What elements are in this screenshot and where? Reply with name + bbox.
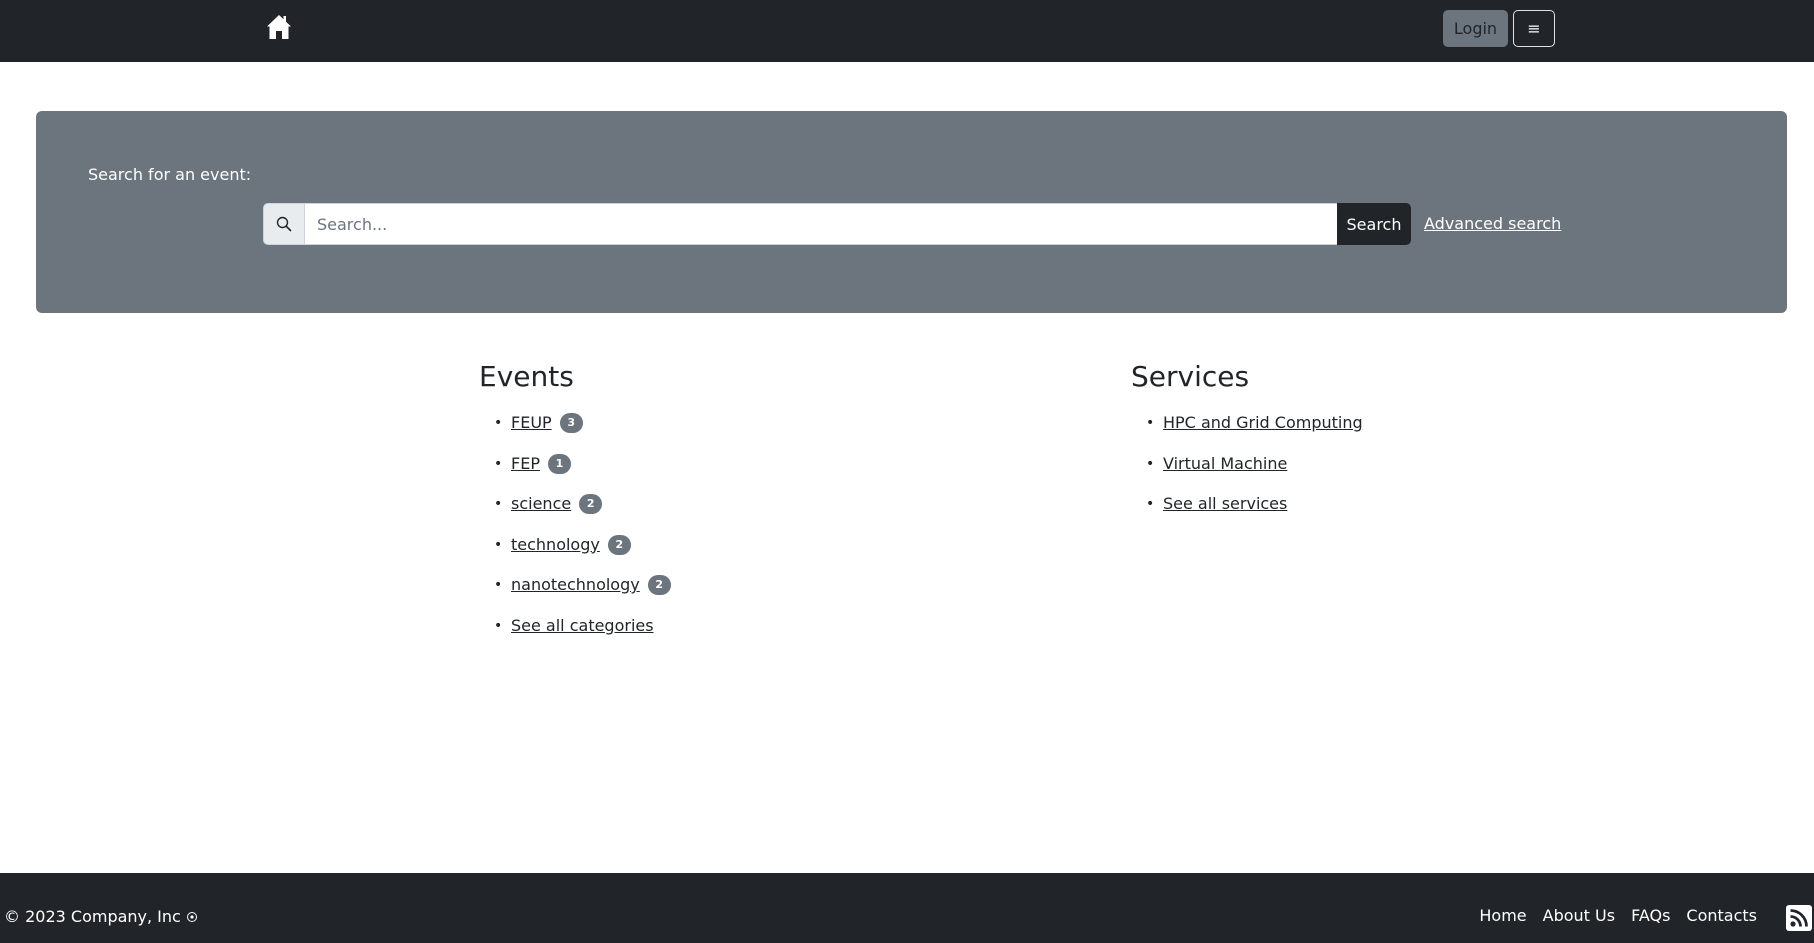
search-heading: Search for an event: (88, 165, 252, 184)
footer-contacts-link[interactable]: Contacts (1686, 906, 1757, 926)
footer-home-link[interactable]: Home (1479, 906, 1526, 926)
count-badge: 3 (559, 413, 583, 433)
top-navbar: Login ≡ (0, 0, 1814, 62)
search-panel: Search for an event: Search Advanced sea… (36, 111, 1787, 313)
advanced-search-link[interactable]: Advanced search (1424, 214, 1561, 233)
see-all-categories-link[interactable]: See all categories (511, 616, 654, 635)
search-input[interactable] (305, 203, 1337, 245)
list-item: • FEP 1 (479, 453, 671, 495)
list-item: • See all categories (494, 615, 654, 635)
menu-toggle-button[interactable]: ≡ (1513, 10, 1555, 47)
list-item: • HPC and Grid Computing (1146, 413, 1363, 432)
events-list: • FEUP 3 • FEP 1 • science 2 • technology 2 • nan… (479, 413, 671, 656)
list-item: • nanotechnology 2 (479, 575, 671, 616)
event-category-link[interactable]: technology (511, 535, 600, 554)
search-button[interactable]: Search (1337, 203, 1411, 245)
copyright-text: © 2023 Company, Inc (4, 907, 198, 927)
event-category-link[interactable]: FEP (511, 454, 540, 473)
hamburger-icon: ≡ (1527, 19, 1541, 38)
count-badge: 2 (579, 494, 603, 514)
service-link[interactable]: HPC and Grid Computing (1163, 413, 1363, 432)
services-title: Services (1131, 360, 1250, 393)
service-link[interactable]: Virtual Machine (1163, 454, 1287, 473)
list-item: • FEUP 3 (479, 413, 671, 454)
search-group: Search (263, 203, 1411, 245)
footer-nav: Home About Us FAQs Contacts (1479, 906, 1757, 926)
count-badge: 1 (547, 453, 571, 474)
list-item: • See all services (1146, 494, 1288, 513)
event-category-link[interactable]: nanotechnology (511, 575, 640, 594)
home-icon (267, 15, 291, 39)
list-item: • technology 2 (479, 534, 671, 576)
small-logo-icon (186, 912, 197, 922)
event-category-link[interactable]: science (511, 494, 571, 513)
login-button[interactable]: Login (1443, 10, 1508, 47)
search-icon (276, 216, 292, 232)
list-item: • science 2 (479, 494, 671, 535)
services-list: • HPC and Grid Computing • Virtual Machine… (1131, 413, 1363, 535)
count-badge: 2 (647, 575, 671, 595)
events-title: Events (479, 360, 574, 393)
footer-about-link[interactable]: About Us (1543, 906, 1615, 926)
search-addon (263, 203, 305, 245)
list-item: • Virtual Machine (1146, 453, 1288, 473)
footer: © 2023 Company, Inc Home About Us FAQs C… (0, 873, 1814, 943)
rss-icon (1786, 905, 1812, 931)
event-category-link[interactable]: FEUP (511, 413, 552, 432)
see-all-services-link[interactable]: See all services (1163, 494, 1287, 513)
count-badge: 2 (607, 534, 631, 555)
footer-faqs-link[interactable]: FAQs (1631, 906, 1670, 926)
